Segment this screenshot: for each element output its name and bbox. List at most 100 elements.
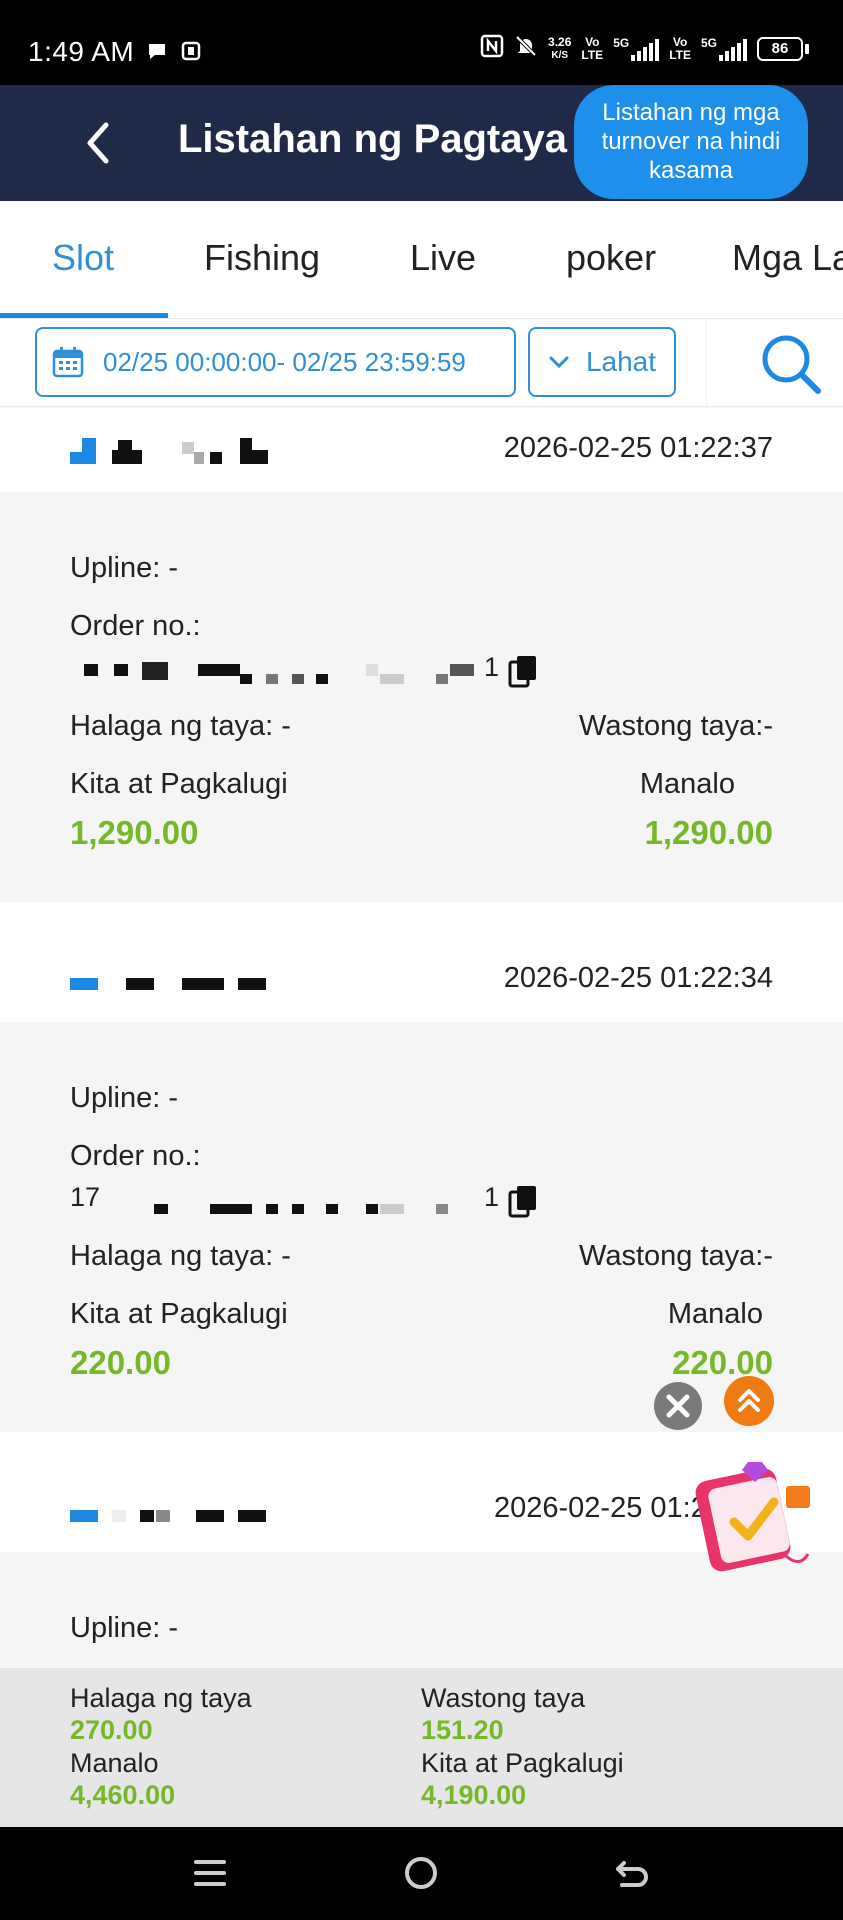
list-item[interactable]: 2026-02-25 01:22:37 Upline: - Order no.:…	[0, 408, 843, 938]
net-speed-value: 3.26	[548, 34, 572, 49]
record-gap	[0, 902, 843, 938]
status-select-value: Lahat	[585, 346, 657, 377]
status-bar: 1:49 AM 3.26 K/S Vo LTE 5G Vo LTE 5G 86	[0, 0, 843, 85]
order-label: Order no.:	[70, 610, 201, 642]
list-item[interactable]: 2026-02-25 01:22:34 Upline: - Order no.:…	[0, 938, 843, 1468]
summary-profit: Kita at Pagkalugi 4,190.00	[421, 1747, 624, 1811]
copy-order-button[interactable]	[508, 1184, 538, 1218]
volte-2: Vo LTE	[669, 34, 691, 62]
home-circle-icon	[405, 1857, 437, 1889]
system-back-button[interactable]	[612, 1853, 652, 1893]
win-value: 1,290.00	[644, 814, 773, 851]
summary-bet-label: Halaga ng taya	[70, 1683, 252, 1713]
record-body: Upline: - Order no.: 1 Halaga ng taya: -…	[0, 492, 843, 902]
recent-apps-button[interactable]	[190, 1853, 230, 1893]
tab-more[interactable]: Mga La	[732, 237, 843, 279]
summary-bet: Halaga ng taya 270.00	[70, 1682, 252, 1746]
status-time: 1:49 AM	[28, 36, 135, 67]
summary-win: Manalo 4,460.00	[70, 1747, 175, 1811]
double-chevron-up-icon	[738, 1389, 760, 1412]
notification-icons	[146, 40, 202, 62]
date-range-text: 02/25 00:00:00- 02/25 23:59:59	[103, 346, 466, 377]
game-name-redacted	[70, 1496, 270, 1526]
tab-slot[interactable]: Slot	[52, 237, 114, 279]
game-tabs: Slot Fishing Live poker Mga La	[0, 201, 843, 319]
order-number-redacted: 17 1	[70, 1182, 510, 1218]
close-icon	[666, 1394, 690, 1418]
app-notification-icon	[180, 40, 202, 62]
search-button[interactable]	[756, 329, 824, 397]
date-range-picker[interactable]: 02/25 00:00:00- 02/25 23:59:59	[35, 327, 516, 397]
win-label: Manalo	[639, 768, 735, 800]
status-icons: 3.26 K/S Vo LTE 5G Vo LTE 5G 86	[480, 34, 809, 63]
order-number-suffix: 1	[484, 652, 500, 682]
profit-row: Kita at Pagkalugi Manalo	[70, 768, 773, 801]
summary-profit-label: Kita at Pagkalugi	[421, 1748, 624, 1778]
search-icon	[762, 335, 821, 394]
menu-icon	[194, 1860, 226, 1886]
copy-order-button[interactable]	[508, 654, 538, 688]
record-header: 2026-02-25 01:22:34	[0, 938, 843, 1022]
chevron-left-icon	[87, 122, 109, 164]
chat-bubble-icon	[146, 40, 168, 62]
volte-1: Vo LTE	[581, 34, 604, 62]
win-label: Manalo	[667, 1298, 763, 1330]
summary-win-label: Manalo	[70, 1748, 159, 1778]
summary-bet-value: 270.00	[70, 1715, 153, 1745]
back-button[interactable]	[70, 113, 130, 173]
bet-amount-row: Halaga ng taya: - Wastong taya:-	[70, 710, 773, 743]
summary-footer: Halaga ng taya 270.00 Wastong taya 151.2…	[0, 1668, 843, 1827]
record-time: 2026-02-25 01:2	[494, 1492, 707, 1524]
signal-2-label: 5G	[700, 35, 717, 50]
battery-icon: 86	[757, 36, 809, 61]
home-button[interactable]	[401, 1853, 441, 1893]
signal-2: 5G	[700, 35, 747, 61]
bet-amount-row: Halaga ng taya: - Wastong taya:-	[70, 1240, 773, 1273]
calendar-icon	[52, 347, 84, 378]
divider	[706, 319, 707, 407]
promo-gift-button[interactable]	[690, 1456, 820, 1578]
order-number-suffix: 1	[484, 1182, 500, 1212]
profit-value: 220.00	[70, 1344, 171, 1381]
net-speed-unit: K/S	[551, 49, 569, 61]
game-name-redacted	[70, 966, 270, 996]
app-header: Listahan ng Pagtaya Listahan ng mga turn…	[0, 85, 843, 201]
back-arrow-icon	[616, 1861, 648, 1887]
record-body: Upline: - Order no.: 17 1 Halaga ng taya…	[0, 1022, 843, 1432]
summary-profit-value: 4,190.00	[421, 1780, 527, 1810]
net-speed: 3.26 K/S	[548, 34, 572, 62]
signal-1: 5G	[613, 35, 660, 61]
copy-icon	[508, 1186, 536, 1218]
battery-level: 86	[757, 36, 803, 61]
valid-bet-label: Wastong taya:-	[579, 1240, 773, 1272]
profit-label: Kita at Pagkalugi	[70, 1298, 288, 1330]
tab-fishing[interactable]: Fishing	[204, 237, 320, 279]
record-time: 2026-02-25 01:22:37	[503, 432, 773, 464]
excluded-turnover-button[interactable]: Listahan ng mga turnover na hindi kasama	[574, 85, 808, 199]
upline: Upline: -	[70, 552, 178, 584]
tab-live[interactable]: Live	[410, 237, 476, 279]
page-title: Listahan ng Pagtaya	[178, 117, 567, 161]
status-select[interactable]: Lahat	[528, 327, 676, 397]
game-name-redacted	[70, 436, 270, 466]
values-row: 220.00 220.00	[70, 1344, 773, 1382]
bet-amount-label: Halaga ng taya: -	[70, 710, 291, 742]
upline: Upline: -	[70, 1082, 178, 1114]
record-time: 2026-02-25 01:22:34	[503, 962, 773, 994]
gift-icon	[695, 1462, 810, 1572]
nfc-icon	[480, 34, 504, 63]
filter-bar: 02/25 00:00:00- 02/25 23:59:59 Lahat	[0, 319, 843, 407]
summary-valid: Wastong taya 151.20	[421, 1682, 585, 1746]
order-number-prefix: 17	[70, 1182, 101, 1212]
profit-label: Kita at Pagkalugi	[70, 768, 288, 800]
signal-1-label: 5G	[613, 35, 630, 50]
summary-valid-value: 151.20	[421, 1715, 504, 1745]
values-row: 1,290.00 1,290.00	[70, 814, 773, 852]
scroll-to-top-button[interactable]	[724, 1376, 774, 1426]
order-label: Order no.:	[70, 1140, 201, 1172]
chevron-down-icon	[549, 356, 569, 369]
tab-poker[interactable]: poker	[566, 237, 656, 279]
summary-win-value: 4,460.00	[70, 1780, 176, 1810]
signal-bars-icon	[631, 37, 660, 61]
close-promo-button[interactable]	[654, 1382, 702, 1430]
